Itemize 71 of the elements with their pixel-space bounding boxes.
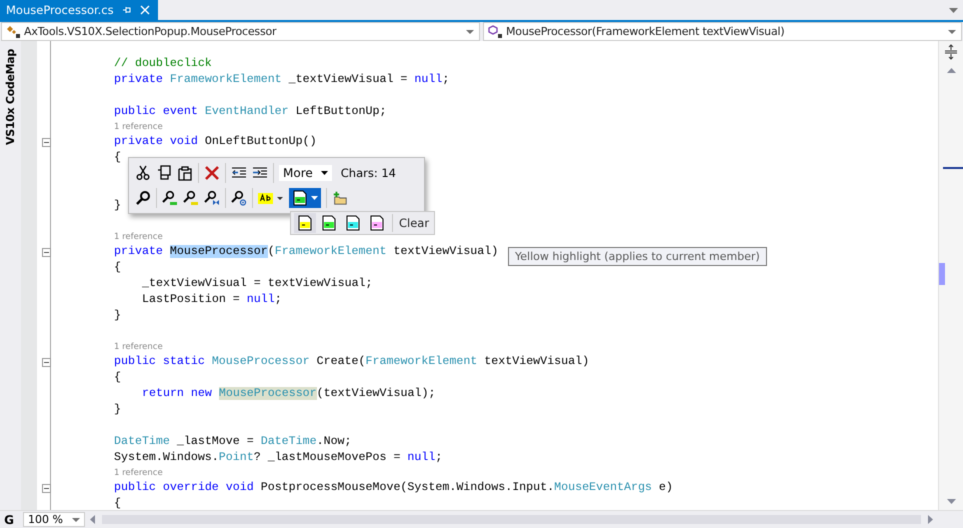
collapse-icon[interactable]	[42, 138, 51, 146]
note-icon	[292, 190, 308, 206]
note-icon	[346, 215, 360, 231]
code-line: private MouseProcessor(FrameworkElement textViewVisual)	[114, 245, 498, 258]
note-dropdown[interactable]	[289, 188, 321, 208]
highlighter-icon[interactable]	[258, 190, 284, 206]
scroll-up-icon[interactable]	[946, 68, 956, 73]
note-icon	[298, 215, 312, 231]
code-line: DateTime _lastMove = DateTime.Now;	[114, 435, 352, 448]
code-line: public event EventHandler LeftButtonUp;	[114, 105, 386, 118]
caret-icon	[320, 171, 328, 175]
search-icon[interactable]	[135, 190, 151, 206]
search-bookmark-icon[interactable]	[162, 190, 178, 206]
code-line: System.Windows.Point? _lastMouseMovePos = null;	[114, 451, 442, 464]
note-menu-item[interactable]	[294, 213, 316, 233]
reference-count[interactable]: 1 reference	[114, 342, 163, 352]
copy-icon[interactable]	[156, 165, 172, 181]
collapse-icon[interactable]	[42, 248, 51, 256]
reference-count[interactable]: 1 reference	[114, 468, 163, 478]
type-combo[interactable]: AxTools.VS10X.SelectionPopup.MouseProcessor	[1, 22, 480, 41]
codemap-tab[interactable]: VS10x CodeMap	[4, 49, 17, 145]
delete-icon[interactable]	[204, 165, 220, 181]
code-line: LastPosition = null;	[142, 293, 282, 306]
reference-count[interactable]: 1 reference	[114, 232, 163, 242]
caret-icon	[311, 196, 318, 200]
scroll-thumb[interactable]	[939, 263, 945, 285]
scroll-left-icon[interactable]	[90, 515, 95, 524]
method-icon	[488, 24, 504, 38]
code-line: {	[114, 371, 121, 384]
reference-count[interactable]: 1 reference	[114, 122, 163, 132]
collapse-icon[interactable]	[42, 358, 51, 366]
clear-button[interactable]: Clear	[397, 216, 432, 230]
code-line: private FrameworkElement _textViewVisual = null;	[114, 73, 450, 86]
member-combo[interactable]: MouseProcessor(FrameworkElement textViewVisual)	[483, 22, 962, 41]
code-line: }	[114, 309, 121, 322]
class-icon	[6, 24, 22, 38]
find-symbol-icon[interactable]	[204, 190, 220, 206]
tooltip: Yellow highlight (applies to current member)	[508, 247, 767, 266]
note-icon	[370, 215, 384, 231]
zoom-combo[interactable]: 100 %	[23, 512, 85, 527]
caret-icon	[72, 518, 80, 522]
code-line: {	[114, 497, 121, 510]
code-line: private void OnLeftButtonUp()	[114, 135, 317, 148]
code-line: // doubleclick	[114, 57, 212, 70]
caret-icon[interactable]	[949, 8, 958, 12]
code-line: public override void PostprocessMouseMove(System.Windows.Input.MouseEventArgs e)	[114, 481, 673, 494]
code-line: return new MouseProcessor(textViewVisual);	[142, 387, 436, 400]
document-tab[interactable]: MouseProcessor.cs	[0, 0, 158, 20]
code-line: }	[114, 199, 121, 212]
add-folder-icon[interactable]	[332, 190, 348, 206]
code-line: public static MouseProcessor Create(FrameworkElement textViewVisual)	[114, 355, 590, 368]
find-at-icon[interactable]	[231, 190, 247, 206]
note-icon	[322, 215, 336, 231]
code-line: }	[114, 403, 121, 416]
margin-marker: G	[3, 512, 15, 526]
code-line: _textViewVisual = textViewVisual;	[142, 277, 373, 290]
code-line: {	[114, 261, 121, 274]
paste-icon[interactable]	[177, 165, 193, 181]
search-highlight-icon[interactable]	[183, 190, 199, 206]
close-icon[interactable]	[140, 5, 150, 15]
caret-icon	[948, 30, 956, 34]
code-line: {	[114, 151, 121, 164]
split-icon[interactable]	[943, 44, 959, 60]
pin-icon[interactable]	[122, 5, 132, 15]
cut-icon[interactable]	[135, 165, 151, 181]
scroll-right-icon[interactable]	[928, 515, 933, 524]
more-dropdown[interactable]: More	[279, 165, 332, 181]
char-count: Chars: 14	[340, 166, 396, 180]
collapse-icon[interactable]	[42, 484, 51, 492]
caret-icon	[466, 30, 474, 34]
scroll-down-icon[interactable]	[946, 499, 956, 504]
